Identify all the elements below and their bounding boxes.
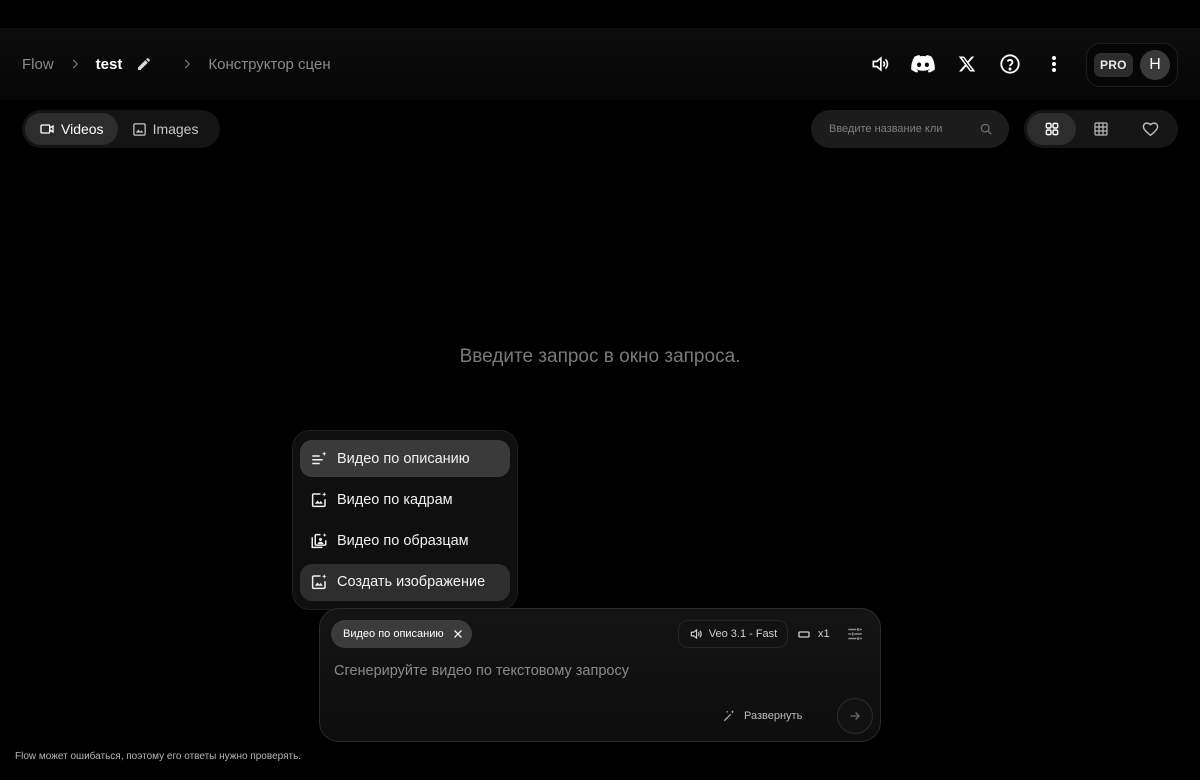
aspect-and-count[interactable]: x1: [798, 620, 830, 648]
magic-wand-icon: [723, 710, 735, 722]
output-count: x1: [818, 628, 830, 640]
volume-icon: [690, 628, 702, 640]
header-actions: [858, 28, 1076, 100]
x-logo-icon[interactable]: [945, 44, 989, 84]
tab-images[interactable]: Images: [118, 113, 213, 145]
grid-small-icon[interactable]: [1076, 113, 1125, 145]
model-selector[interactable]: Veo 3.1 - Fast: [678, 620, 788, 648]
avatar[interactable]: H: [1140, 50, 1170, 80]
view-mode-toggle: [1024, 110, 1178, 148]
menu-item-frames-to-video[interactable]: Видео по кадрам: [300, 481, 510, 518]
account-menu[interactable]: PRO H: [1086, 43, 1178, 87]
chevron-right-icon: [185, 59, 191, 69]
image-sparkle-icon: [311, 574, 327, 590]
media-type-tabs: Videos Images: [22, 110, 220, 148]
breadcrumb-root[interactable]: Flow: [22, 56, 54, 73]
tune-icon[interactable]: [846, 625, 864, 643]
favorite-icon[interactable]: [1126, 113, 1175, 145]
breadcrumb: Flow test Конструктор сцен: [22, 28, 331, 100]
volume-icon[interactable]: [858, 44, 902, 84]
expand-button[interactable]: Развернуть: [722, 705, 802, 727]
arrow-forward-icon: [850, 712, 860, 720]
prompt-composer: Видео по описанию Veo 3.1 - Fast x1 Разв…: [319, 608, 881, 742]
menu-item-label: Видео по описанию: [337, 450, 470, 467]
ingredients-sparkle-icon: [311, 533, 327, 549]
mode-chip[interactable]: Видео по описанию: [331, 620, 472, 648]
menu-item-ingredients-to-video[interactable]: Видео по образцам: [300, 523, 510, 560]
grid-large-icon[interactable]: [1027, 113, 1077, 145]
search-icon[interactable]: [979, 122, 993, 136]
menu-item-text-to-video[interactable]: Видео по описанию: [300, 440, 510, 477]
image-icon: [132, 122, 146, 136]
plan-badge: PRO: [1094, 53, 1133, 77]
menu-item-create-image[interactable]: Создать изображение: [300, 563, 510, 601]
search-input[interactable]: [829, 123, 969, 135]
mode-chip-label: Видео по описанию: [343, 628, 444, 640]
menu-item-label: Видео по кадрам: [337, 491, 453, 508]
aspect-ratio-icon: [798, 630, 810, 638]
send-button[interactable]: [837, 698, 873, 734]
image-sparkle-icon: [311, 491, 327, 507]
tab-videos[interactable]: Videos: [25, 113, 118, 145]
generation-mode-menu: Видео по описанию Видео по кадрам Видео …: [292, 430, 518, 610]
menu-item-label: Видео по образцам: [337, 533, 469, 550]
top-bar: Flow test Конструктор сцен PRO H: [0, 28, 1200, 100]
clip-search: [811, 110, 1009, 148]
edit-icon[interactable]: [136, 56, 152, 72]
breadcrumb-current: Конструктор сцен: [208, 55, 331, 73]
close-icon[interactable]: [452, 628, 464, 640]
help-icon[interactable]: [989, 44, 1033, 84]
tab-videos-label: Videos: [61, 121, 104, 137]
breadcrumb-project[interactable]: test: [96, 56, 123, 73]
videocam-icon: [40, 124, 54, 134]
footer-disclaimer: Flow может ошибаться, поэтому его ответы…: [15, 751, 302, 762]
model-label: Veo 3.1 - Fast: [708, 628, 778, 640]
prompt-input[interactable]: [334, 663, 864, 687]
more-vert-icon[interactable]: [1032, 44, 1076, 84]
text-sparkle-icon: [312, 451, 327, 464]
expand-label: Развернуть: [744, 710, 803, 722]
discord-icon[interactable]: [902, 44, 946, 84]
menu-item-label: Создать изображение: [337, 574, 486, 591]
tab-images-label: Images: [152, 121, 199, 137]
empty-state-message: Введите запрос в окно запроса.: [459, 346, 741, 367]
chevron-right-icon: [72, 59, 78, 69]
